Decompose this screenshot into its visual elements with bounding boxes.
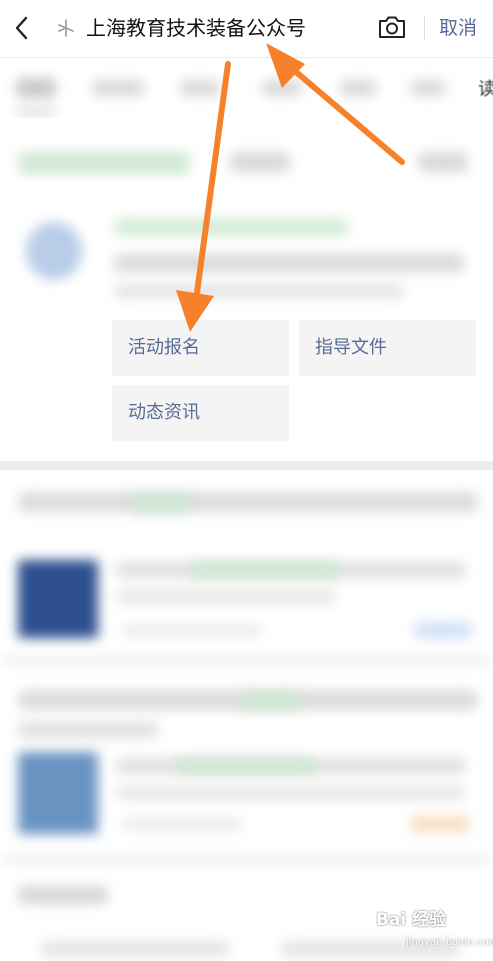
tab-blurred[interactable] bbox=[180, 80, 220, 96]
tab-underline bbox=[16, 110, 56, 114]
cancel-button[interactable]: 取消 bbox=[439, 12, 477, 44]
article-divider bbox=[0, 856, 493, 862]
tag-blurred bbox=[418, 152, 468, 172]
verified-tag-blurred bbox=[18, 152, 190, 174]
back-chevron-icon[interactable] bbox=[12, 14, 32, 42]
article-thumbnail[interactable] bbox=[18, 560, 98, 638]
tab-blurred[interactable] bbox=[410, 80, 446, 96]
article-title-blurred bbox=[240, 692, 300, 710]
article-snippet-blurred bbox=[190, 562, 340, 578]
toolbar-divider bbox=[424, 16, 425, 40]
article-title-blurred[interactable] bbox=[18, 492, 478, 512]
article-title-blurred bbox=[130, 494, 190, 512]
result-tabs bbox=[0, 58, 493, 118]
article-badge-blurred bbox=[414, 622, 472, 638]
article-meta-blurred bbox=[122, 818, 242, 830]
article-snippet-blurred bbox=[176, 758, 316, 774]
sparkle-icon bbox=[58, 19, 74, 37]
tag-blurred bbox=[230, 152, 290, 172]
article-snippet-blurred bbox=[116, 786, 466, 800]
section-title-blurred bbox=[18, 886, 108, 904]
article-divider bbox=[0, 658, 493, 664]
avatar[interactable] bbox=[26, 222, 82, 280]
menu-item-guidance-docs[interactable]: 指导文件 bbox=[299, 320, 476, 376]
account-desc-blurred bbox=[114, 254, 464, 272]
search-bar: 上海教育技术装备公众号 取消 bbox=[0, 0, 493, 58]
menu-item-activity-signup[interactable]: 活动报名 bbox=[112, 320, 289, 376]
tab-blurred[interactable] bbox=[340, 80, 376, 96]
account-desc-blurred bbox=[114, 284, 404, 298]
article-title-blurred bbox=[18, 722, 158, 738]
watermark-url: jingyan.baidu.com bbox=[406, 937, 493, 948]
tab-partial-label[interactable]: 读 bbox=[478, 75, 493, 101]
section-item-blurred bbox=[40, 942, 230, 956]
article-badge-blurred bbox=[410, 816, 470, 832]
watermark-logo: Bai 经验 bbox=[376, 910, 447, 930]
tab-blurred[interactable] bbox=[16, 78, 56, 98]
tab-blurred[interactable] bbox=[92, 80, 144, 96]
menu-item-news[interactable]: 动态资讯 bbox=[112, 385, 289, 441]
article-meta-blurred bbox=[122, 624, 262, 636]
search-input[interactable]: 上海教育技术装备公众号 bbox=[86, 12, 306, 44]
account-name-blurred bbox=[114, 218, 348, 236]
article-snippet-blurred bbox=[116, 590, 336, 604]
camera-icon[interactable] bbox=[377, 13, 407, 41]
tab-blurred[interactable] bbox=[262, 80, 302, 96]
section-separator bbox=[0, 461, 493, 470]
article-thumbnail[interactable] bbox=[18, 752, 98, 834]
